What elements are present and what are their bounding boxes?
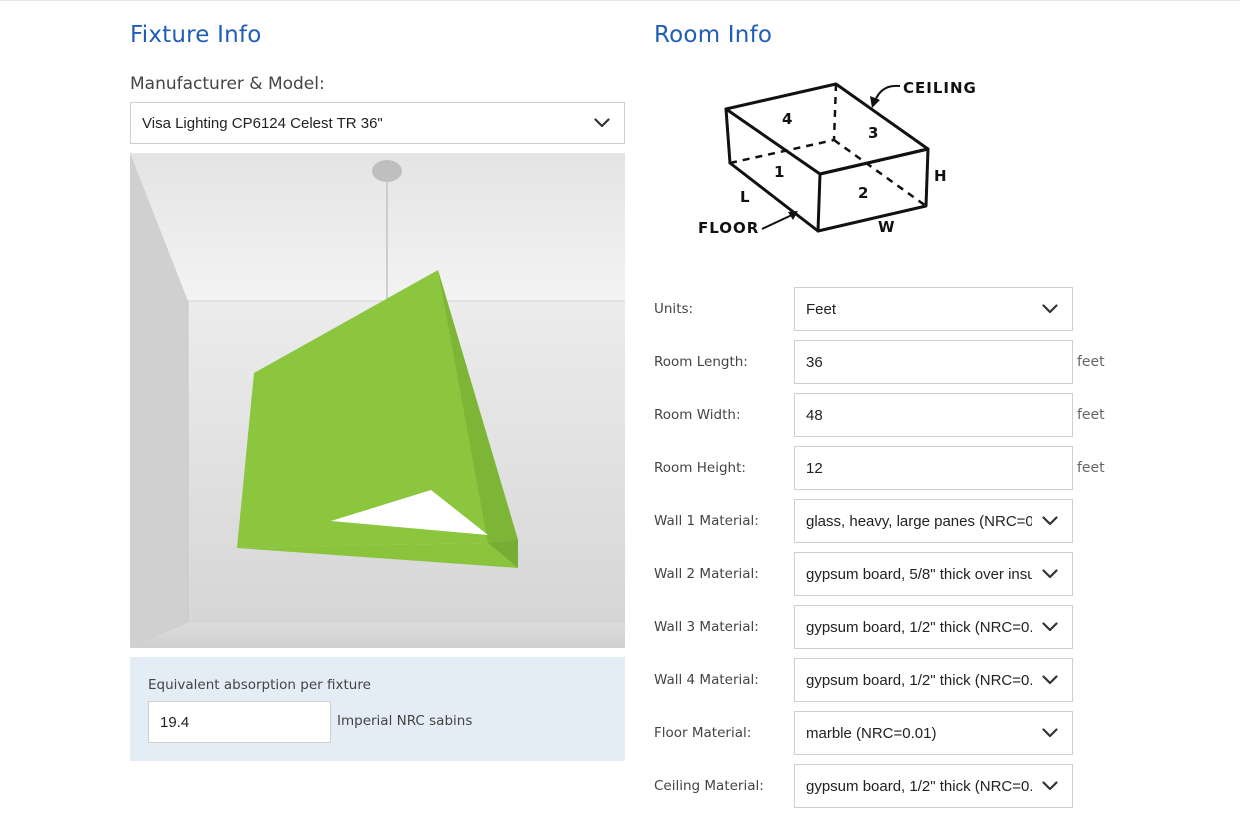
- wall-2-material-select[interactable]: gypsum board, 5/8" thick over insulation: [794, 552, 1073, 596]
- diagram-h-label: H: [934, 167, 947, 185]
- manufacturer-model-label: Manufacturer & Model:: [130, 74, 325, 94]
- room-length-input[interactable]: 36: [794, 340, 1073, 384]
- chevron-down-icon: [1042, 569, 1058, 579]
- diagram-floor-label: FLOOR: [698, 219, 759, 237]
- diagram-l-label: L: [740, 188, 750, 206]
- room-height-input[interactable]: 12: [794, 446, 1073, 490]
- room-width-unit: feet: [1077, 407, 1105, 423]
- wall-3-material-value: gypsum board, 1/2" thick (NRC=0.05): [806, 618, 1032, 636]
- room-width-label: Room Width:: [654, 407, 741, 423]
- chevron-down-icon: [1042, 516, 1058, 526]
- diagram-wall-2: 2: [858, 184, 868, 202]
- absorption-label: Equivalent absorption per fixture: [148, 677, 371, 693]
- wall-2-material-value: gypsum board, 5/8" thick over insulation: [806, 565, 1032, 583]
- units-value: Feet: [806, 300, 837, 318]
- diagram-wall-3: 3: [868, 124, 878, 142]
- wall-1-material-value: glass, heavy, large panes (NRC=0.05): [806, 512, 1032, 530]
- wall-1-material-select[interactable]: glass, heavy, large panes (NRC=0.05): [794, 499, 1073, 543]
- room-height-unit: feet: [1077, 460, 1105, 476]
- diagram-w-label: W: [878, 218, 895, 236]
- room-height-label: Room Height:: [654, 460, 746, 476]
- floor-material-value: marble (NRC=0.01): [806, 724, 937, 742]
- room-length-unit: feet: [1077, 354, 1105, 370]
- chevron-down-icon: [594, 118, 610, 128]
- wall-3-material-select[interactable]: gypsum board, 1/2" thick (NRC=0.05): [794, 605, 1073, 649]
- absorption-panel: Equivalent absorption per fixture 19.4 I…: [130, 657, 625, 761]
- floor-material-label: Floor Material:: [654, 725, 752, 741]
- absorption-unit-label: Imperial NRC sabins: [337, 713, 473, 729]
- room-width-input[interactable]: 48: [794, 393, 1073, 437]
- manufacturer-model-value: Visa Lighting CP6124 Celest TR 36": [142, 114, 383, 132]
- wall-4-material-select[interactable]: gypsum board, 1/2" thick (NRC=0.05): [794, 658, 1073, 702]
- chevron-down-icon: [1042, 304, 1058, 314]
- chevron-down-icon: [1042, 675, 1058, 685]
- wall-2-material-label: Wall 2 Material:: [654, 566, 759, 582]
- fixture-render-image: [130, 153, 625, 648]
- top-divider: [0, 0, 1240, 1]
- room-info-heading: Room Info: [654, 22, 773, 48]
- fixture-info-heading: Fixture Info: [130, 22, 262, 48]
- ceiling-material-value: gypsum board, 1/2" thick (NRC=0.05): [806, 777, 1032, 795]
- room-diagram: CEILING FLOOR L W H 1 2 3 4: [698, 79, 977, 237]
- wall-4-material-label: Wall 4 Material:: [654, 672, 759, 688]
- absorption-value-field[interactable]: 19.4: [148, 701, 331, 743]
- wall-1-material-label: Wall 1 Material:: [654, 513, 759, 529]
- units-select[interactable]: Feet: [794, 287, 1073, 331]
- diagram-ceiling-label: CEILING: [903, 79, 977, 97]
- diagram-wall-1: 1: [774, 163, 784, 181]
- ceiling-material-label: Ceiling Material:: [654, 778, 764, 794]
- chevron-down-icon: [1042, 728, 1058, 738]
- room-length-label: Room Length:: [654, 354, 748, 370]
- ceiling-material-select[interactable]: gypsum board, 1/2" thick (NRC=0.05): [794, 764, 1073, 808]
- wall-3-material-label: Wall 3 Material:: [654, 619, 759, 635]
- units-label: Units:: [654, 301, 694, 317]
- floor-material-select[interactable]: marble (NRC=0.01): [794, 711, 1073, 755]
- wall-4-material-value: gypsum board, 1/2" thick (NRC=0.05): [806, 671, 1032, 689]
- chevron-down-icon: [1042, 781, 1058, 791]
- manufacturer-model-select[interactable]: Visa Lighting CP6124 Celest TR 36": [130, 102, 625, 144]
- chevron-down-icon: [1042, 622, 1058, 632]
- diagram-wall-4: 4: [782, 110, 792, 128]
